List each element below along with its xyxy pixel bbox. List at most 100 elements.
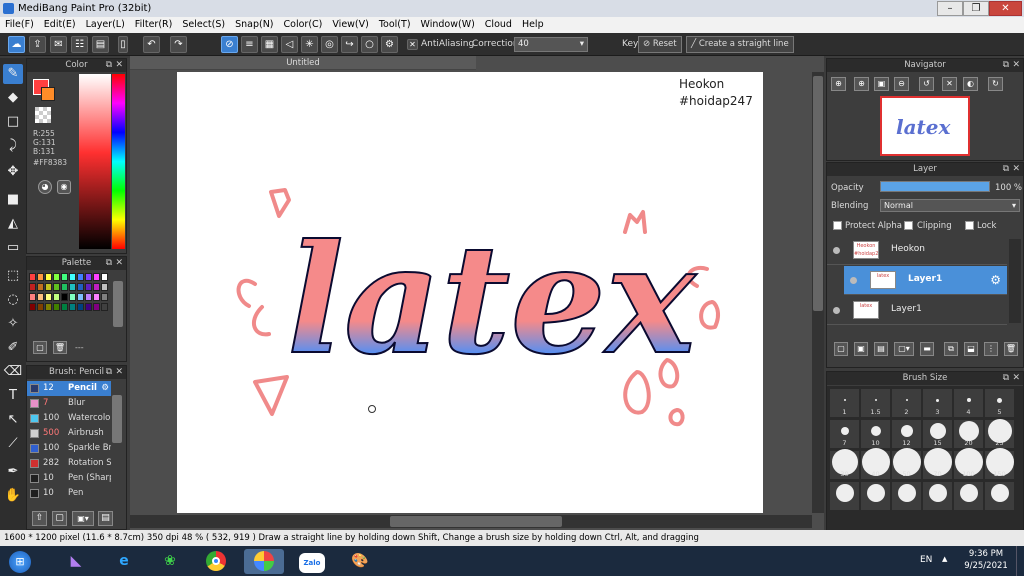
brush-size-cell[interactable]: 12 [892,420,921,448]
close-icon[interactable]: ✕ [115,59,123,72]
brush-item[interactable]: 7 Blur [27,396,111,411]
curve-snap-icon[interactable]: ↪ [341,36,358,53]
brush-size-cell[interactable] [954,482,983,510]
dot-tool-icon[interactable]: □ [3,112,23,132]
show-desktop-button[interactable] [1016,546,1024,576]
palette-swatch[interactable] [45,293,52,301]
close-button[interactable]: ✕ [989,1,1022,16]
new-halftone-layer-icon[interactable]: ▣ [854,342,868,356]
brush-settings-icon[interactable]: ▤ [98,511,113,526]
brush-size-cell[interactable]: 4 [954,389,983,417]
brush-item[interactable]: 100 Watercolor [27,411,111,426]
new-palette-icon[interactable]: ▢ [33,341,47,354]
parallel-snap-icon[interactable]: ≡ [241,36,258,53]
lasso-tool-icon[interactable]: ◌ [3,290,23,310]
brush-item[interactable]: 10 Pen (Sharp [27,471,111,486]
zoom-fit-icon[interactable]: ⊕ [831,77,846,91]
palette-swatch[interactable] [61,273,68,281]
flip-icon[interactable]: ◐ [963,77,978,91]
brush-size-cell[interactable]: 70 [923,448,952,479]
brush-size-cell[interactable]: 30 [830,449,859,479]
palette-swatch[interactable] [61,283,68,291]
delete-palette-icon[interactable]: 🗑 [53,341,67,354]
palette-swatch[interactable] [77,303,84,311]
protect-alpha-checkbox[interactable] [833,221,842,230]
palette-swatch[interactable] [69,293,76,301]
secondary-color-swatch[interactable] [41,87,55,101]
palette-swatch[interactable] [61,303,68,311]
select-pen-icon[interactable]: ✐ [3,338,23,358]
navigator-preview[interactable]: latex [880,96,970,156]
concentric-snap-icon[interactable]: ◎ [321,36,338,53]
close-icon[interactable]: ✕ [1012,372,1020,385]
brush-size-cell[interactable] [985,482,1014,510]
palette-swatch[interactable] [93,283,100,291]
menu-edit[interactable]: Edit(E) [39,17,81,33]
color-settings-icon[interactable]: ◉ [57,180,71,194]
palette-swatch[interactable] [93,293,100,301]
float-icon[interactable]: ⧉ [1003,163,1009,176]
float-icon[interactable]: ⧉ [106,257,112,270]
gear-icon[interactable]: ⚙ [990,273,1001,287]
brush-size-cell[interactable]: 2 [892,389,921,417]
float-icon[interactable]: ⧉ [106,59,112,72]
zoom-out-icon[interactable]: ⊖ [894,77,909,91]
layer-scrollbar[interactable] [1009,239,1021,323]
brush-size-cell[interactable]: 3 [923,389,952,417]
palette-swatch[interactable] [29,293,36,301]
brush-item[interactable]: 12 Pencil ⚙ [27,381,111,396]
brush-tool-icon[interactable]: ✎ [3,64,23,84]
brush-size-cell[interactable] [830,482,859,510]
eye-icon[interactable] [850,277,857,284]
menu-view[interactable]: View(V) [327,17,373,33]
palette-swatch[interactable] [29,273,36,281]
select-rect-icon[interactable]: ⬚ [3,266,23,286]
language-indicator[interactable]: EN [920,555,932,565]
palette-icon[interactable]: ◕ [38,180,52,194]
palette-swatch[interactable] [53,283,60,291]
palette-swatch[interactable] [45,303,52,311]
add-brush-icon[interactable]: ▣▾ [72,511,94,526]
palette-swatch[interactable] [101,273,108,281]
brush-size-cell[interactable]: 40 [861,448,890,479]
blending-select[interactable]: Normal ▾ [880,199,1020,212]
select-eraser-icon[interactable]: ⌫ [3,362,23,382]
float-icon[interactable]: ⧉ [1003,59,1009,72]
undo-icon[interactable]: ↶ [143,36,160,53]
lock-checkbox[interactable] [965,221,974,230]
palette-swatch[interactable] [69,283,76,291]
toolbar-scroll-icon[interactable]: ▯ [118,36,128,53]
rotate-right-icon[interactable]: ↻ [988,77,1003,91]
palette-swatch[interactable] [69,303,76,311]
menu-help[interactable]: Help [517,17,549,33]
palette-swatch[interactable] [45,283,52,291]
menu-filter[interactable]: Filter(R) [130,17,178,33]
palette-swatch[interactable] [69,273,76,281]
palette-swatch[interactable] [101,283,108,291]
layer-row[interactable]: latex Layer1 ⚙ [844,266,1007,295]
correction-select[interactable]: 40 ▾ [514,37,588,52]
brush-item[interactable]: 100 Sparkle Br [27,441,111,456]
layer-settings-icon[interactable]: ⋮ [984,342,998,356]
straight-line-button[interactable]: ╱ Create a straight line [686,36,794,53]
menu-layer[interactable]: Layer(L) [81,17,130,33]
gradient-tool-icon[interactable]: ▭ [3,238,23,258]
brush-size-cell[interactable]: 1.5 [861,389,890,417]
new-brush-icon[interactable]: ▢ [52,511,67,526]
upload-brush-icon[interactable]: ⇧ [32,511,47,526]
brush-size-cell[interactable]: 20 [954,420,983,448]
grid-snap-icon[interactable]: ▦ [261,36,278,53]
close-icon[interactable]: ✕ [115,366,123,379]
palette-swatch[interactable] [53,273,60,281]
palette-swatch[interactable] [29,283,36,291]
menu-snap[interactable]: Snap(N) [230,17,278,33]
eraser-tool-icon[interactable]: ◆ [3,88,23,108]
palette-swatch[interactable] [77,293,84,301]
brush-size-cell[interactable] [923,482,952,510]
start-button[interactable]: ⊞ [2,549,38,574]
palette-swatch[interactable] [85,283,92,291]
palette-swatch[interactable] [37,283,44,291]
close-icon[interactable]: ✕ [115,257,123,270]
chevron-up-icon[interactable]: ▲ [942,555,947,563]
brush-size-cell[interactable] [861,482,890,510]
